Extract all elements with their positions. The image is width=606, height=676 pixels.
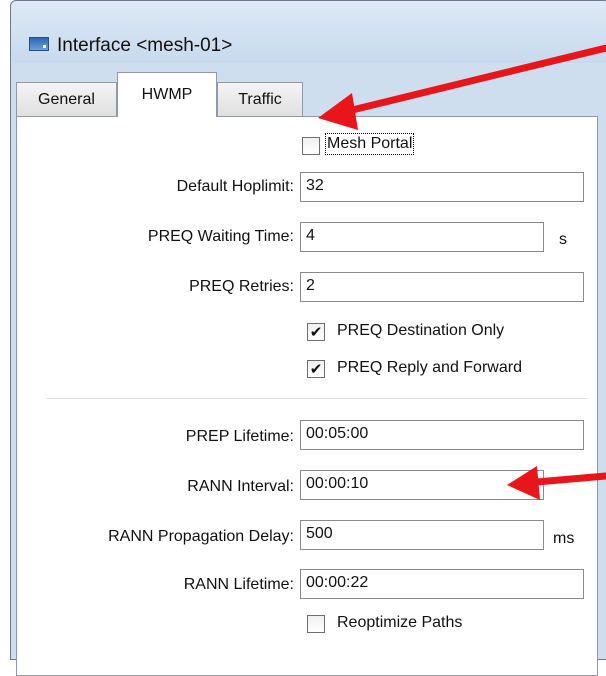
preq-reply-and-forward-checkbox[interactable]: ✔	[307, 360, 325, 378]
rann-interval-label: RANN Interval:	[187, 478, 294, 495]
title-bar[interactable]: Interface <mesh-01>	[11, 1, 606, 63]
preq-waiting-time-unit: s	[559, 231, 567, 248]
hwmp-panel: Mesh Portal Default Hoplimit: 32 PREQ Wa…	[16, 116, 598, 676]
default-hoplimit-label: Default Hoplimit:	[176, 178, 294, 195]
preq-reply-and-forward-label[interactable]: PREQ Reply and Forward	[337, 359, 522, 377]
preq-waiting-time-label: PREQ Waiting Time:	[147, 228, 294, 245]
rann-lifetime-field[interactable]: 00:00:22	[300, 569, 584, 599]
preq-destination-only-checkbox[interactable]: ✔	[307, 323, 325, 341]
preq-retries-field[interactable]: 2	[300, 272, 584, 302]
mesh-portal-label[interactable]: Mesh Portal	[324, 133, 415, 155]
mesh-portal-checkbox[interactable]	[302, 137, 320, 155]
reoptimize-paths-label[interactable]: Reoptimize Paths	[337, 614, 462, 632]
section-divider	[47, 398, 587, 399]
rann-interval-field[interactable]: 00:00:10	[300, 470, 544, 500]
rann-lifetime-label: RANN Lifetime:	[183, 576, 294, 593]
preq-retries-label: PREQ Retries:	[189, 278, 294, 295]
tab-general[interactable]: General	[16, 82, 117, 116]
tab-hwmp[interactable]: HWMP	[117, 72, 217, 117]
rann-propagation-delay-label: RANN Propagation Delay:	[108, 528, 294, 545]
preq-waiting-time-field[interactable]: 4	[300, 222, 544, 252]
prep-lifetime-field[interactable]: 00:05:00	[300, 420, 584, 450]
rann-propagation-delay-field[interactable]: 500	[300, 520, 544, 550]
window-title: Interface <mesh-01>	[57, 35, 233, 56]
default-hoplimit-field[interactable]: 32	[300, 172, 584, 202]
app-window-icon	[29, 37, 49, 51]
rann-propagation-delay-unit: ms	[553, 530, 575, 547]
preq-destination-only-label[interactable]: PREQ Destination Only	[337, 322, 504, 340]
prep-lifetime-label: PREP Lifetime:	[185, 428, 294, 445]
interface-window: Interface <mesh-01> General HWMP Traffic…	[10, 0, 606, 676]
reoptimize-paths-checkbox[interactable]	[307, 615, 325, 633]
tab-traffic[interactable]: Traffic	[217, 82, 303, 116]
